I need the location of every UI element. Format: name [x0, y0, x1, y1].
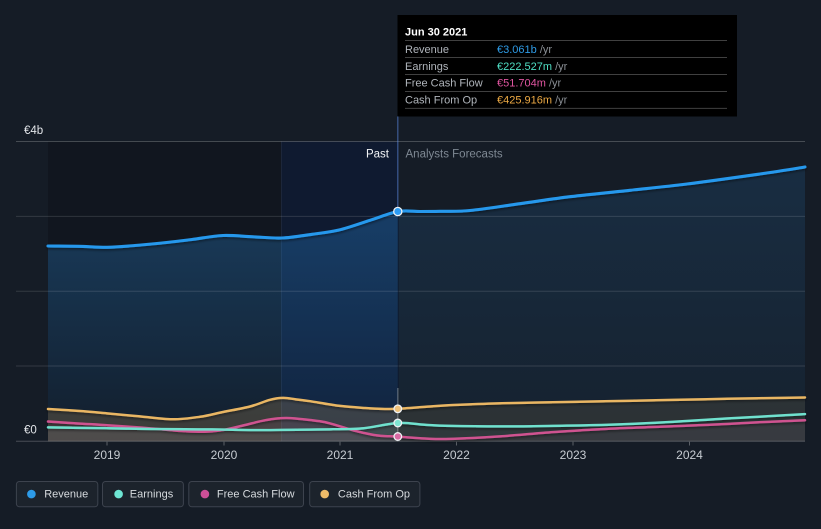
- svg-text:Revenue: Revenue: [405, 44, 449, 56]
- svg-text:Earnings: Earnings: [405, 61, 449, 73]
- svg-text:Past: Past: [366, 149, 390, 161]
- svg-text:€222.527m /yr: €222.527m /yr: [497, 61, 568, 73]
- svg-text:Analysts Forecasts: Analysts Forecasts: [406, 149, 503, 161]
- svg-text:2020: 2020: [211, 448, 238, 462]
- svg-text:€425.916m /yr: €425.916m /yr: [497, 95, 568, 107]
- svg-text:€51.704m /yr: €51.704m /yr: [497, 78, 562, 90]
- svg-text:€0: €0: [24, 425, 37, 437]
- svg-text:Earnings: Earnings: [130, 489, 174, 501]
- svg-text:Jun 30 2021: Jun 30 2021: [405, 27, 467, 39]
- svg-text:Revenue: Revenue: [44, 489, 88, 501]
- svg-text:Free Cash Flow: Free Cash Flow: [217, 489, 295, 501]
- svg-text:Cash From Op: Cash From Op: [338, 489, 410, 501]
- svg-text:2021: 2021: [327, 448, 354, 462]
- svg-text:2023: 2023: [560, 448, 587, 462]
- svg-text:€3.061b /yr: €3.061b /yr: [497, 44, 552, 56]
- svg-text:Free Cash Flow: Free Cash Flow: [405, 78, 483, 90]
- svg-text:Cash From Op: Cash From Op: [405, 95, 477, 107]
- svg-text:2019: 2019: [94, 448, 121, 462]
- svg-text:2024: 2024: [676, 448, 703, 462]
- svg-text:€4b: €4b: [24, 125, 43, 137]
- svg-text:2022: 2022: [443, 448, 470, 462]
